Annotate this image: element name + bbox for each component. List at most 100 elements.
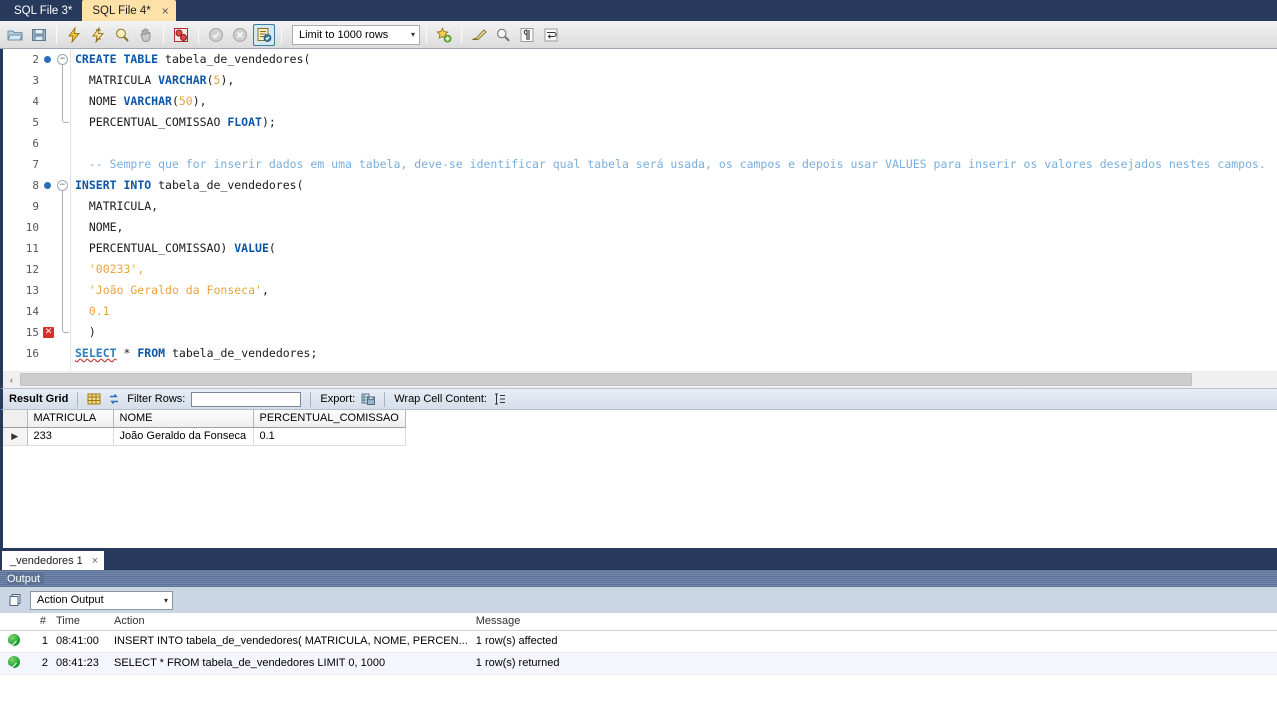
code-line[interactable]: 14 0.1 bbox=[3, 301, 1277, 322]
open-file-icon[interactable] bbox=[4, 24, 26, 46]
line-number: 9 bbox=[32, 200, 39, 213]
code-line[interactable]: 11 PERCENTUAL_COMISSAO) VALUE( bbox=[3, 238, 1277, 259]
row-header-corner bbox=[3, 410, 28, 428]
code-line[interactable]: 6 bbox=[3, 133, 1277, 154]
code-line[interactable]: 5 PERCENTUAL_COMISSAO FLOAT); bbox=[3, 112, 1277, 133]
row-time: 08:41:23 bbox=[52, 652, 110, 675]
column-header-matricula[interactable]: MATRICULA bbox=[27, 410, 114, 428]
code-line[interactable]: 7 -- Sempre que for inserir dados em uma… bbox=[3, 154, 1277, 175]
row-selector-icon[interactable]: ▶ bbox=[3, 427, 28, 446]
code-line[interactable]: 3 MATRICULA VARCHAR(5), bbox=[3, 70, 1277, 91]
toolbar-separator bbox=[426, 25, 427, 44]
code-line[interactable]: 12 '00233', bbox=[3, 259, 1277, 280]
code-token: ), bbox=[192, 94, 207, 108]
fold-guide-line bbox=[62, 238, 63, 259]
error-marker-icon[interactable]: ✕ bbox=[43, 327, 54, 338]
save-file-icon[interactable] bbox=[28, 24, 50, 46]
table-cell[interactable]: João Geraldo da Fonseca bbox=[113, 427, 254, 446]
fold-guide-line bbox=[62, 217, 63, 238]
code-token: 50 bbox=[178, 94, 193, 108]
stop-execution-icon[interactable] bbox=[135, 24, 157, 46]
breakpoint-icon[interactable] bbox=[44, 182, 51, 189]
code-token: ) bbox=[75, 325, 96, 339]
line-number: 10 bbox=[25, 221, 39, 234]
code-token: 'João Geraldo da Fonseca' bbox=[75, 283, 262, 297]
fold-toggle-icon[interactable]: − bbox=[57, 180, 68, 191]
toolbar-separator bbox=[281, 25, 282, 44]
scroll-left-icon[interactable]: ‹ bbox=[3, 371, 20, 388]
code-token: VARCHAR bbox=[123, 94, 172, 108]
fold-guide-end bbox=[62, 112, 69, 123]
result-grid-icon[interactable] bbox=[87, 392, 101, 406]
action-output-row[interactable]: 2 08:41:23 SELECT * FROM tabela_de_vendedo… bbox=[0, 652, 1277, 675]
code-token: NOME bbox=[75, 94, 124, 108]
code-token: VALUE bbox=[234, 241, 269, 255]
code-line[interactable]: 9 MATRICULA, bbox=[3, 196, 1277, 217]
editor-horizontal-scrollbar[interactable]: ‹ bbox=[0, 371, 1277, 388]
status-success-icon bbox=[0, 630, 28, 653]
row-message: 1 row(s) affected bbox=[471, 630, 1277, 653]
line-number: 12 bbox=[25, 263, 39, 276]
code-token: CREATE bbox=[75, 52, 117, 66]
action-output-row[interactable]: 1 08:41:00 INSERT INTO tabela_de_vendedore… bbox=[0, 630, 1277, 653]
save-snippet-icon[interactable] bbox=[433, 24, 455, 46]
execute-current-statement-icon[interactable] bbox=[87, 24, 109, 46]
code-token: ( bbox=[268, 241, 276, 255]
code-token: ( bbox=[206, 73, 214, 87]
export-recordset-icon[interactable] bbox=[361, 392, 376, 406]
wrap-cell-icon[interactable] bbox=[493, 392, 507, 406]
table-cell[interactable]: 233 bbox=[27, 427, 114, 446]
action-output-header-row: # Time Action Message bbox=[0, 613, 1277, 631]
column-header-time: Time bbox=[52, 613, 110, 631]
code-line[interactable]: 4 NOME VARCHAR(50), bbox=[3, 91, 1277, 112]
code-token: tabela_de_vendedores( bbox=[151, 178, 304, 192]
tab-sql-file-3[interactable]: SQL File 3* bbox=[4, 0, 82, 21]
chevron-down-icon: ▾ bbox=[163, 595, 168, 605]
chevron-down-icon: ▾ bbox=[410, 30, 415, 39]
code-token: NOME, bbox=[75, 220, 124, 234]
column-header-nome[interactable]: NOME bbox=[113, 410, 254, 428]
close-icon[interactable]: × bbox=[159, 5, 172, 17]
code-line[interactable]: 13 'João Geraldo da Fonseca', bbox=[3, 280, 1277, 301]
toggle-invisible-chars-icon[interactable] bbox=[516, 24, 538, 46]
commit-icon[interactable] bbox=[205, 24, 227, 46]
execute-statement-icon[interactable] bbox=[63, 24, 85, 46]
output-pane-icon[interactable] bbox=[8, 593, 22, 607]
toolbar-separator bbox=[77, 391, 79, 407]
output-view-select[interactable]: Action Output ▾ bbox=[30, 590, 173, 610]
filter-rows-input[interactable] bbox=[191, 391, 302, 407]
result-grid[interactable]: MATRICULA NOME PERCENTUAL_COMISSAO ▶ 233 J… bbox=[0, 410, 1277, 548]
code-token: FLOAT bbox=[227, 115, 262, 129]
toggle-wrapping-icon[interactable] bbox=[540, 24, 562, 46]
close-icon[interactable]: × bbox=[90, 555, 100, 567]
code-token: -- Sempre que for inserir dados em uma t… bbox=[75, 157, 1266, 171]
filter-rows-label: Filter Rows: bbox=[127, 393, 186, 405]
code-line[interactable]: 10 NOME, bbox=[3, 217, 1277, 238]
code-token: VARCHAR bbox=[158, 73, 207, 87]
result-tab-vendedores[interactable]: _vendedores 1 × bbox=[2, 551, 105, 570]
code-line[interactable]: 16 SELECT * FROM tabela_de_vendedores; bbox=[3, 343, 1277, 364]
breakpoint-icon[interactable] bbox=[44, 56, 51, 63]
table-cell[interactable]: 0.1 bbox=[253, 427, 406, 446]
find-icon[interactable] bbox=[492, 24, 514, 46]
code-line[interactable]: 2 − CREATE TABLE tabela_de_vendedores( bbox=[3, 49, 1277, 70]
table-row[interactable]: ▶ 233 João Geraldo da Fonseca 0.1 bbox=[3, 427, 406, 446]
beautify-query-icon[interactable] bbox=[468, 24, 490, 46]
scrollbar-thumb[interactable] bbox=[20, 373, 1192, 386]
code-token: tabela_de_vendedores( bbox=[158, 52, 311, 66]
code-line[interactable]: 8 − INSERT INTO tabela_de_vendedores( bbox=[3, 175, 1277, 196]
row-limit-dropdown[interactable]: Limit to 1000 rows ▾ bbox=[292, 24, 420, 45]
column-header-percentual-comissao[interactable]: PERCENTUAL_COMISSAO bbox=[253, 410, 406, 428]
rollback-icon[interactable] bbox=[229, 24, 251, 46]
toggle-autocommit-icon[interactable] bbox=[253, 23, 275, 46]
fold-toggle-icon[interactable]: − bbox=[57, 54, 68, 65]
toggle-stop-on-error-icon[interactable] bbox=[170, 24, 192, 46]
refresh-icon[interactable] bbox=[107, 392, 121, 406]
fold-guide-end bbox=[62, 322, 69, 333]
column-header-message: Message bbox=[471, 613, 1277, 631]
code-line[interactable]: 15 ✕ ) bbox=[3, 322, 1277, 343]
explain-query-icon[interactable] bbox=[111, 24, 133, 46]
editor-code-area[interactable]: 2− CREATE TABLE tabela_de_vendedores(3 MA… bbox=[3, 49, 1277, 371]
tab-sql-file-4[interactable]: SQL File 4* × bbox=[82, 0, 176, 21]
sql-code-editor[interactable]: 2− CREATE TABLE tabela_de_vendedores(3 MA… bbox=[0, 49, 1277, 371]
